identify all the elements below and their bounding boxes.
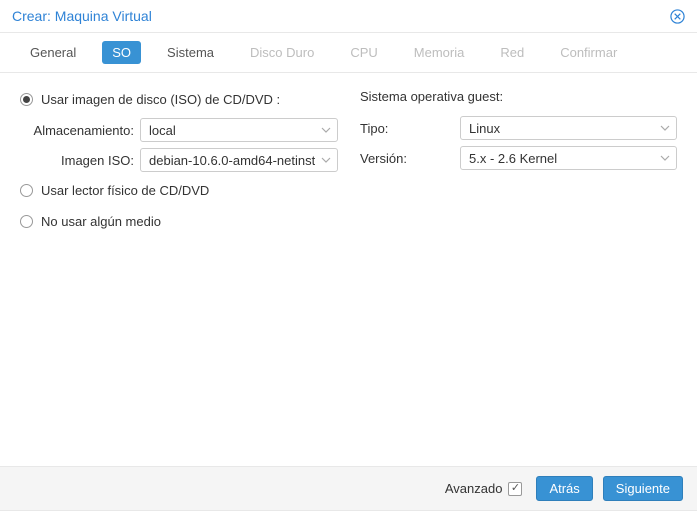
os-type-label: Tipo:	[360, 121, 460, 136]
dialog-window: Crear: Maquina Virtual General SO Sistem…	[0, 0, 697, 511]
radio-none-label: No usar algún medio	[41, 214, 161, 229]
radio-physical-row[interactable]: Usar lector físico de CD/DVD	[20, 178, 338, 202]
os-version-select[interactable]: 5.x - 2.6 Kernel	[460, 146, 677, 170]
tab-sistema[interactable]: Sistema	[157, 41, 224, 64]
os-version-value: 5.x - 2.6 Kernel	[469, 151, 557, 166]
chevron-down-icon	[321, 123, 331, 138]
advanced-label: Avanzado	[445, 481, 503, 496]
radio-use-iso-label: Usar imagen de disco (ISO) de CD/DVD :	[41, 92, 280, 107]
tab-so[interactable]: SO	[102, 41, 141, 64]
footer: Avanzado Atrás Siguiente	[0, 466, 697, 510]
content-area: Usar imagen de disco (ISO) de CD/DVD : A…	[0, 73, 697, 466]
chevron-down-icon	[321, 153, 331, 168]
tab-memoria[interactable]: Memoria	[404, 41, 475, 64]
tabbar: General SO Sistema Disco Duro CPU Memori…	[0, 33, 697, 73]
back-button[interactable]: Atrás	[536, 476, 592, 501]
radio-physical-label: Usar lector físico de CD/DVD	[41, 183, 209, 198]
tab-confirmar[interactable]: Confirmar	[550, 41, 627, 64]
tab-general[interactable]: General	[20, 41, 86, 64]
iso-select[interactable]: debian-10.6.0-amd64-netinst.iso	[140, 148, 338, 172]
guest-os-title: Sistema operativa guest:	[360, 87, 677, 104]
close-icon[interactable]	[669, 8, 685, 24]
advanced-checkbox[interactable]	[508, 482, 522, 496]
chevron-down-icon	[660, 121, 670, 136]
guest-os-panel: Sistema operativa guest: Tipo: Linux Ver…	[360, 87, 677, 240]
titlebar: Crear: Maquina Virtual	[0, 0, 697, 33]
tab-cpu[interactable]: CPU	[340, 41, 387, 64]
storage-label: Almacenamiento:	[20, 123, 140, 138]
iso-value: debian-10.6.0-amd64-netinst.iso	[149, 153, 315, 168]
dialog-title: Crear: Maquina Virtual	[12, 8, 152, 24]
media-selection-panel: Usar imagen de disco (ISO) de CD/DVD : A…	[20, 87, 338, 240]
next-button[interactable]: Siguiente	[603, 476, 683, 501]
storage-value: local	[149, 123, 176, 138]
os-type-value: Linux	[469, 121, 500, 136]
iso-label: Imagen ISO:	[20, 153, 140, 168]
radio-none-row[interactable]: No usar algún medio	[20, 209, 338, 233]
tab-red[interactable]: Red	[490, 41, 534, 64]
tab-disco-duro[interactable]: Disco Duro	[240, 41, 324, 64]
os-type-select[interactable]: Linux	[460, 116, 677, 140]
radio-use-iso[interactable]	[20, 93, 33, 106]
radio-physical[interactable]	[20, 184, 33, 197]
chevron-down-icon	[660, 151, 670, 166]
radio-use-iso-row[interactable]: Usar imagen de disco (ISO) de CD/DVD :	[20, 87, 338, 111]
radio-none[interactable]	[20, 215, 33, 228]
advanced-toggle[interactable]: Avanzado	[445, 481, 523, 496]
os-version-label: Versión:	[360, 151, 460, 166]
storage-select[interactable]: local	[140, 118, 338, 142]
